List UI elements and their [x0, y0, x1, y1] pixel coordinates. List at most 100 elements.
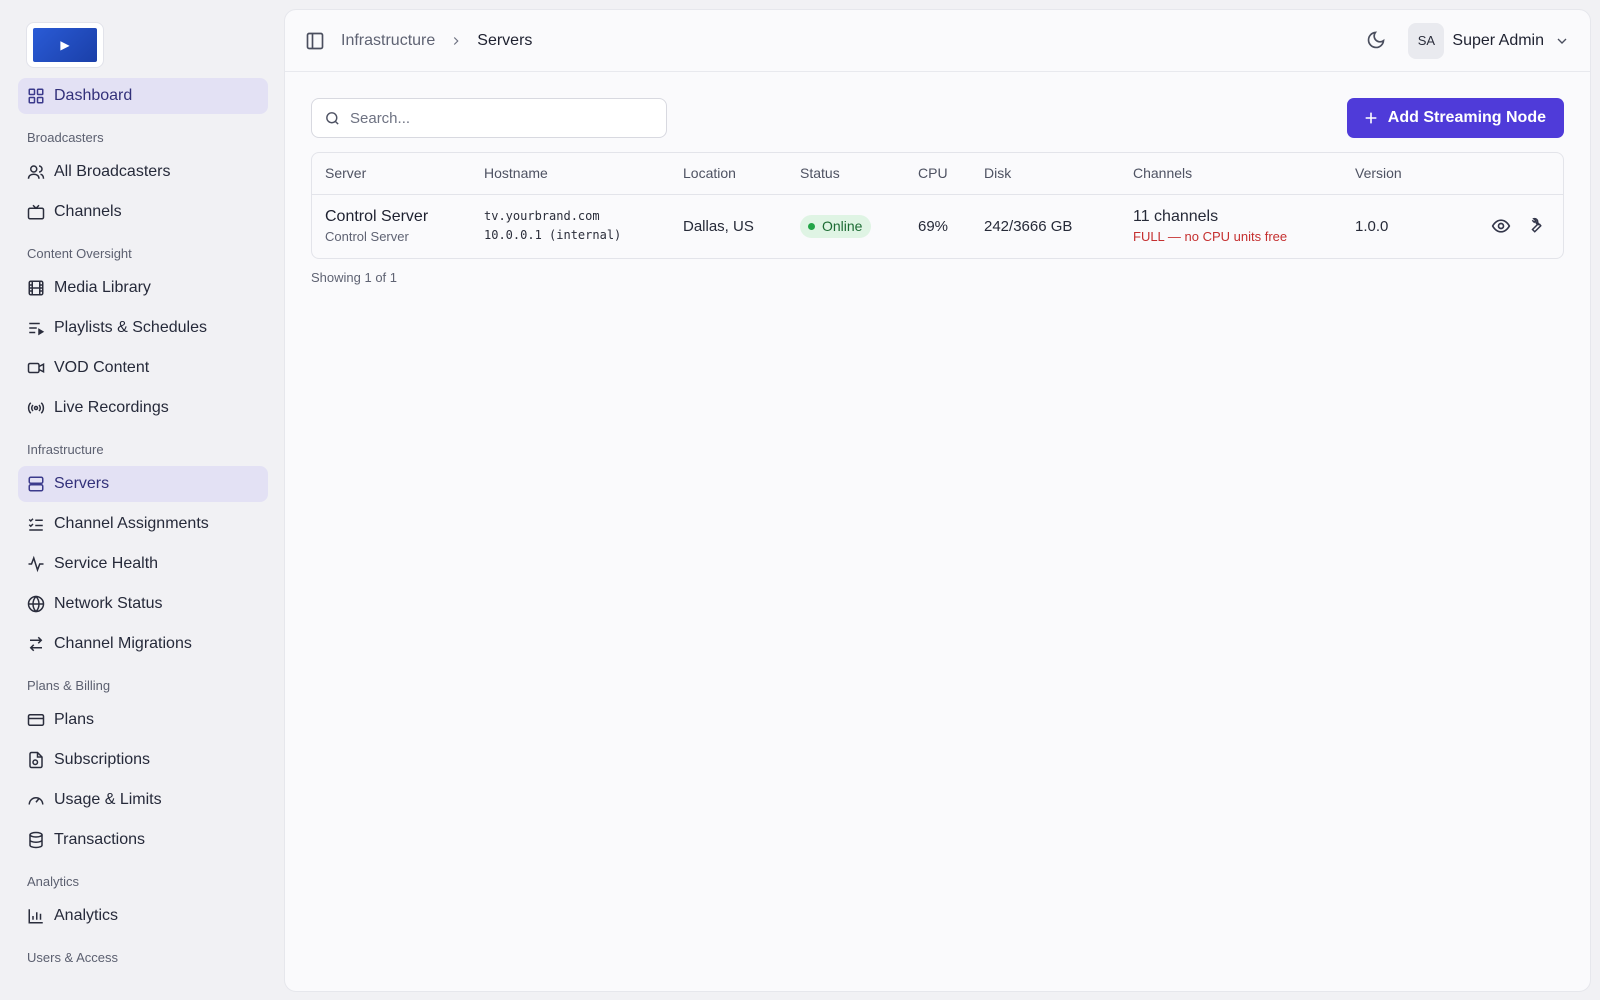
column-header-disk: Disk [971, 153, 1120, 195]
database-icon [27, 831, 45, 849]
breadcrumb-infrastructure[interactable]: Infrastructure [341, 32, 435, 50]
add-streaming-node-label: Add Streaming Node [1387, 109, 1546, 126]
sidebar-item-label: Servers [54, 475, 110, 492]
top-bar: Infrastructure Servers SA Super Admin [285, 10, 1590, 72]
cell-status: Online [787, 194, 905, 258]
sidebar-item-live-recordings[interactable]: Live Recordings [18, 390, 268, 426]
sidebar-item-label: Transactions [54, 831, 145, 848]
sidebar-item-label: Media Library [54, 279, 151, 296]
sidebar-item-transactions[interactable]: Transactions [18, 822, 268, 858]
arrows-swap-icon [27, 635, 45, 653]
cell-actions [1438, 194, 1563, 258]
table-header-row: Server Hostname Location Status CPU Disk… [312, 153, 1563, 195]
capacity-warning: FULL — no CPU units free [1133, 229, 1288, 245]
sidebar-item-media-library[interactable]: Media Library [18, 270, 268, 306]
sidebar-item-label: Usage & Limits [54, 791, 162, 808]
tv-icon [27, 203, 45, 221]
search-input[interactable] [350, 109, 654, 127]
credit-card-icon [27, 711, 45, 729]
cell-server: Control Server Control Server [312, 194, 471, 258]
servers-table: Server Hostname Location Status CPU Disk… [311, 152, 1564, 259]
gauge-icon [27, 791, 45, 809]
sidebar-section-content-oversight: Content Oversight [27, 246, 132, 261]
sidebar-item-playlists[interactable]: Playlists & Schedules [18, 310, 268, 346]
sidebar-item-subscriptions[interactable]: Subscriptions [18, 742, 268, 778]
status-label: Online [822, 218, 863, 235]
globe-icon [27, 595, 45, 613]
status-dot-icon [808, 222, 815, 230]
sidebar-item-label: All Broadcasters [54, 163, 171, 180]
view-eye-icon[interactable] [1491, 216, 1511, 236]
sidebar-item-analytics[interactable]: Analytics [18, 898, 268, 934]
sidebar-item-channels[interactable]: Channels [18, 194, 268, 230]
sidebar-item-usage-limits[interactable]: Usage & Limits [18, 782, 268, 818]
toolbar: Add Streaming Node [311, 98, 1564, 138]
sidebar-item-service-health[interactable]: Service Health [18, 546, 268, 582]
sidebar-section-broadcasters: Broadcasters [27, 130, 104, 145]
sidebar-section-analytics: Analytics [27, 874, 80, 889]
sidebar-item-label: Channel Migrations [54, 635, 192, 652]
activity-icon [27, 555, 45, 573]
broadcast-icon [27, 399, 45, 417]
user-name: Super Admin [1452, 31, 1544, 49]
sidebar-item-label: Playlists & Schedules [54, 319, 207, 336]
breadcrumb: Infrastructure Servers [341, 32, 532, 50]
column-header-status: Status [787, 153, 905, 195]
sidebar-item-dashboard[interactable]: Dashboard [18, 78, 268, 114]
main-panel: Infrastructure Servers SA Super Admin Se… [284, 9, 1591, 992]
sidebar-section-infrastructure: Infrastructure [27, 442, 104, 457]
dashboard-grid-icon [27, 87, 45, 105]
column-header-server: Server [312, 153, 471, 195]
table-row[interactable]: Control Server Control Server tv.yourbra… [312, 194, 1563, 258]
sidebar-item-label: Dashboard [54, 87, 133, 104]
list-checks-icon [27, 515, 45, 533]
search-box[interactable] [311, 98, 667, 138]
brand-logo[interactable]: ▶ [26, 22, 104, 68]
add-streaming-node-button[interactable]: Add Streaming Node [1346, 98, 1564, 138]
cell-channels: 11 channels FULL — no CPU units free [1120, 194, 1342, 258]
sidebar-item-label: Network Status [54, 595, 163, 612]
wrench-icon[interactable] [1525, 216, 1545, 236]
sidebar-item-channel-assignments[interactable]: Channel Assignments [18, 506, 268, 542]
cell-location: Dallas, US [683, 217, 754, 235]
column-header-location: Location [670, 153, 787, 195]
column-header-version: Version [1342, 153, 1438, 195]
sidebar-item-label: Live Recordings [54, 399, 169, 416]
sidebar-item-label: Channels [54, 203, 122, 220]
cell-hostname: tv.yourbrand.com 10.0.0.1 (internal) [471, 194, 670, 258]
sidebar: ▶ Dashboard Broadcasters All Broadcaster… [0, 0, 284, 1000]
sidebar-item-label: Service Health [54, 555, 159, 572]
column-header-channels: Channels [1120, 153, 1342, 195]
sidebar-item-label: Analytics [54, 907, 119, 924]
sidebar-toggle-icon[interactable] [305, 31, 325, 51]
bar-chart-icon [27, 907, 45, 925]
showing-count: Showing 1 of 1 [311, 270, 398, 285]
moon-icon[interactable] [1366, 30, 1388, 52]
search-icon [324, 110, 341, 127]
server-icon [27, 475, 45, 493]
subscription-icon [27, 751, 45, 769]
server-name: Control Server [325, 208, 429, 226]
play-icon: ▶ [33, 28, 97, 62]
user-menu[interactable]: SA Super Admin [1408, 22, 1570, 59]
channel-count: 11 channels [1133, 208, 1219, 226]
column-header-hostname: Hostname [471, 153, 670, 195]
sidebar-item-label: Channel Assignments [54, 515, 209, 532]
breadcrumb-servers: Servers [477, 31, 533, 49]
avatar: SA [1408, 22, 1445, 59]
cell-disk: 242/3666 GB [984, 217, 1073, 235]
sidebar-item-servers[interactable]: Servers [18, 466, 268, 502]
sidebar-item-label: Subscriptions [54, 751, 151, 768]
user-area: SA Super Admin [1366, 22, 1570, 59]
ip-address: 10.0.0.1 (internal) [484, 228, 622, 243]
sidebar-item-channel-migrations[interactable]: Channel Migrations [18, 626, 268, 662]
sidebar-item-all-broadcasters[interactable]: All Broadcasters [18, 154, 268, 190]
sidebar-item-network-status[interactable]: Network Status [18, 586, 268, 622]
sidebar-item-vod-content[interactable]: VOD Content [18, 350, 268, 386]
sidebar-section-users-access: Users & Access [27, 950, 119, 965]
sidebar-item-plans[interactable]: Plans [18, 702, 268, 738]
column-header-cpu: CPU [905, 153, 971, 195]
chevron-right-icon [449, 34, 463, 48]
server-role: Control Server [325, 229, 409, 245]
users-icon [27, 163, 45, 181]
